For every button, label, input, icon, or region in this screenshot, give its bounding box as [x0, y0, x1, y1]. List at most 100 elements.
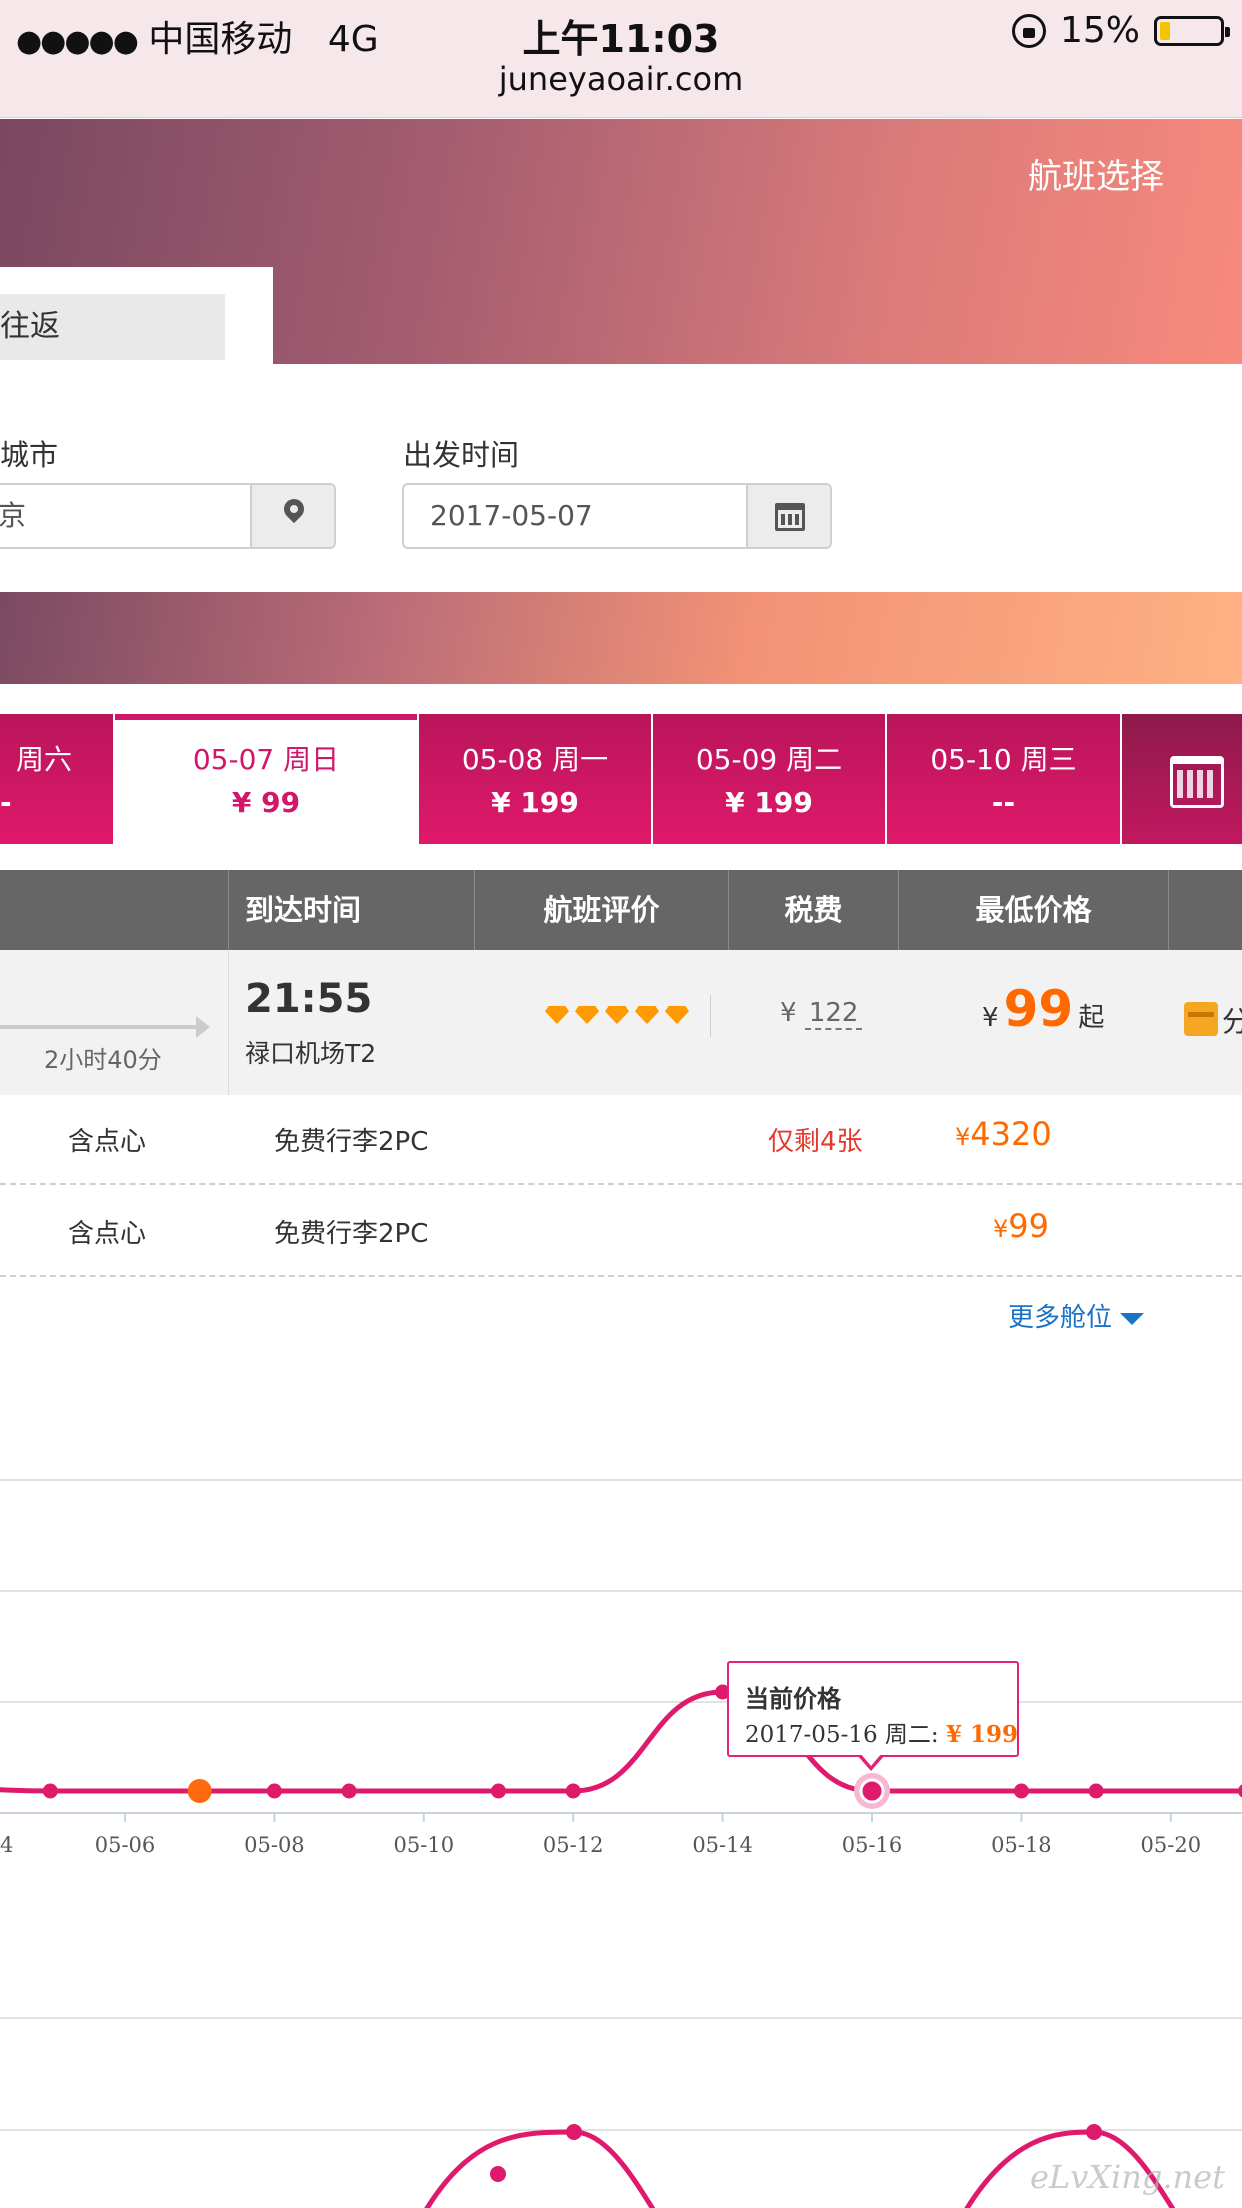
cabin-row[interactable]: 含点心 免费行李2PC 仅剩4张 ¥4320 — [0, 1095, 1242, 1185]
calendar-tab[interactable] — [1122, 714, 1242, 844]
city-label: 城市 — [0, 438, 59, 472]
chart-x-axis — [124, 1813, 1172, 1822]
cabin-meal: 含点心 — [68, 1127, 147, 1157]
share-icon[interactable] — [1184, 1002, 1218, 1036]
chart-grid — [0, 1479, 1242, 2131]
date-label: 出发时间 — [403, 438, 520, 472]
cabin-meal: 含点心 — [68, 1219, 147, 1249]
price-point — [491, 1783, 506, 1799]
x-tick-label: 4 — [0, 1833, 13, 1857]
price-point — [566, 2124, 582, 2140]
tax-amount[interactable]: ¥ 122 — [780, 998, 863, 1030]
diamond-icon — [665, 1006, 689, 1024]
price-point — [1086, 2124, 1102, 2140]
arrival-cell: 21:55 禄口机场T2 — [228, 950, 474, 1095]
share-label[interactable]: 分 — [1222, 1000, 1242, 1040]
cabin-baggage: 免费行李2PC — [274, 1127, 429, 1157]
x-tick-label: 05-08 — [244, 1833, 305, 1857]
chart-tick-labels: 4 05-06 05-08 05-10 05-12 05-14 05-16 05-18 05-2… — [0, 1833, 1201, 1857]
flight-duration: 2小时40分 — [44, 1046, 162, 1074]
date-tab-2[interactable]: 05-08 周一 ¥ 199 — [419, 714, 653, 844]
diamond-icon — [575, 1006, 599, 1024]
date-tab-1[interactable]: 05-07 周日 ¥ 99 — [115, 714, 417, 844]
city-field[interactable]: 京 — [0, 483, 336, 549]
calendar-icon — [775, 503, 805, 531]
arrival-airport: 禄口机场T2 — [245, 1039, 377, 1068]
tab-round-trip[interactable]: 往返 — [0, 294, 225, 360]
arrow-right-icon — [196, 1016, 210, 1038]
diamond-icon — [545, 1006, 569, 1024]
tooltip-line: 2017-05-16 周二: ¥ 199 — [745, 1721, 1019, 1748]
price-point — [1088, 1783, 1104, 1799]
x-tick-label: 05-12 — [543, 1833, 604, 1857]
price-point — [42, 1783, 58, 1799]
x-tick-label: 05-14 — [692, 1833, 753, 1857]
date-tab-4[interactable]: 05-10 周三 -- — [887, 714, 1122, 844]
cabin-baggage: 免费行李2PC — [274, 1219, 429, 1249]
price-tooltip: 当前价格 2017-05-16 周二: ¥ 199 — [727, 1661, 1019, 1757]
battery-icon — [1154, 15, 1230, 46]
price-point — [1238, 1784, 1242, 1798]
flight-table-header: 到达时间 航班评价 税费 最低价格 — [0, 870, 1242, 950]
location-button[interactable] — [250, 485, 334, 547]
flight-row[interactable]: 2小时40分 21:55 禄口机场T2 ¥ 122 ¥ 99 起 分 — [0, 950, 1242, 1095]
header-price: 最低价格 — [898, 870, 1168, 950]
price-points — [42, 1684, 1242, 2182]
header-tax: 税费 — [728, 870, 898, 950]
cabin-remaining: 仅剩4张 — [768, 1127, 863, 1157]
cabin-row[interactable]: 含点心 免费行李2PC ¥99 — [0, 1187, 1242, 1277]
x-tick-label: 05-06 — [95, 1833, 156, 1857]
price-point — [565, 1783, 581, 1799]
date-field[interactable]: 2017-05-07 — [402, 483, 832, 549]
arrival-time: 21:55 — [245, 976, 373, 1022]
price-value: 99 — [1003, 980, 1074, 1038]
price-point — [859, 1778, 885, 1804]
price-point — [266, 1783, 282, 1799]
price-point — [490, 2166, 506, 2182]
date-tab-0[interactable]: 周六 - — [0, 714, 115, 844]
price-suffix: 起 — [1078, 1003, 1105, 1033]
caret-down-icon — [1120, 1312, 1145, 1325]
duration-arrow — [0, 1025, 200, 1029]
location-pin-icon — [279, 494, 309, 524]
header-extra — [1168, 870, 1242, 950]
cabin-price[interactable]: ¥99 — [993, 1207, 1049, 1245]
tooltip-pointer — [857, 1753, 885, 1771]
watermark: eLvXing.net — [1030, 2158, 1225, 2196]
tooltip-price: ¥ 199 — [945, 1721, 1019, 1748]
lowest-price: ¥ 99 起 — [982, 980, 1105, 1038]
tooltip-title: 当前价格 — [745, 1685, 841, 1713]
date-selector: 周六 - 05-07 周日 ¥ 99 05-08 周一 ¥ 199 05-09 … — [0, 714, 1242, 844]
date-tab-3[interactable]: 05-09 周二 ¥ 199 — [653, 714, 887, 844]
tax-value: 122 — [804, 998, 863, 1030]
price-series-line — [0, 1689, 1242, 1794]
price-trend-chart: 4 05-06 05-08 05-10 05-12 05-14 05-16 05-18 05-2… — [0, 1479, 1242, 2208]
rotation-lock-icon — [1011, 13, 1046, 48]
header-rating: 航班评价 — [474, 870, 728, 950]
price-point — [1013, 1783, 1029, 1799]
x-tick-label: 05-16 — [842, 1833, 903, 1857]
status-bar: ●●●●● 中国移动 4G 上午11:03 juneyaoair.com 15% — [0, 0, 1242, 118]
diamond-icon — [635, 1006, 659, 1024]
flight-rating — [545, 1006, 689, 1024]
hero-banner: 航班选择 往返 — [0, 119, 1242, 365]
calendar-icon — [1170, 756, 1224, 808]
more-cabins-link[interactable]: 更多舱位 — [1008, 1297, 1145, 1334]
page-title: 航班选择 — [1028, 157, 1164, 197]
trip-type-card: 往返 — [0, 267, 273, 365]
address-bar-url[interactable]: juneyaoair.com — [0, 60, 1242, 98]
divider — [710, 995, 711, 1037]
decorative-stripe — [0, 592, 1242, 684]
x-tick-label: 05-10 — [394, 1833, 455, 1857]
header-arrival: 到达时间 — [228, 870, 474, 950]
cabin-price[interactable]: ¥4320 — [955, 1115, 1052, 1153]
status-right: 15% — [1011, 10, 1230, 51]
battery-percent: 15% — [1059, 10, 1140, 51]
date-input[interactable]: 2017-05-07 — [404, 485, 593, 547]
x-tick-label: 05-20 — [1141, 1833, 1202, 1857]
price-point — [187, 1779, 212, 1803]
calendar-button[interactable] — [746, 485, 830, 547]
diamond-icon — [605, 1006, 629, 1024]
city-input[interactable]: 京 — [0, 485, 26, 547]
x-tick-label: 05-18 — [991, 1833, 1052, 1857]
